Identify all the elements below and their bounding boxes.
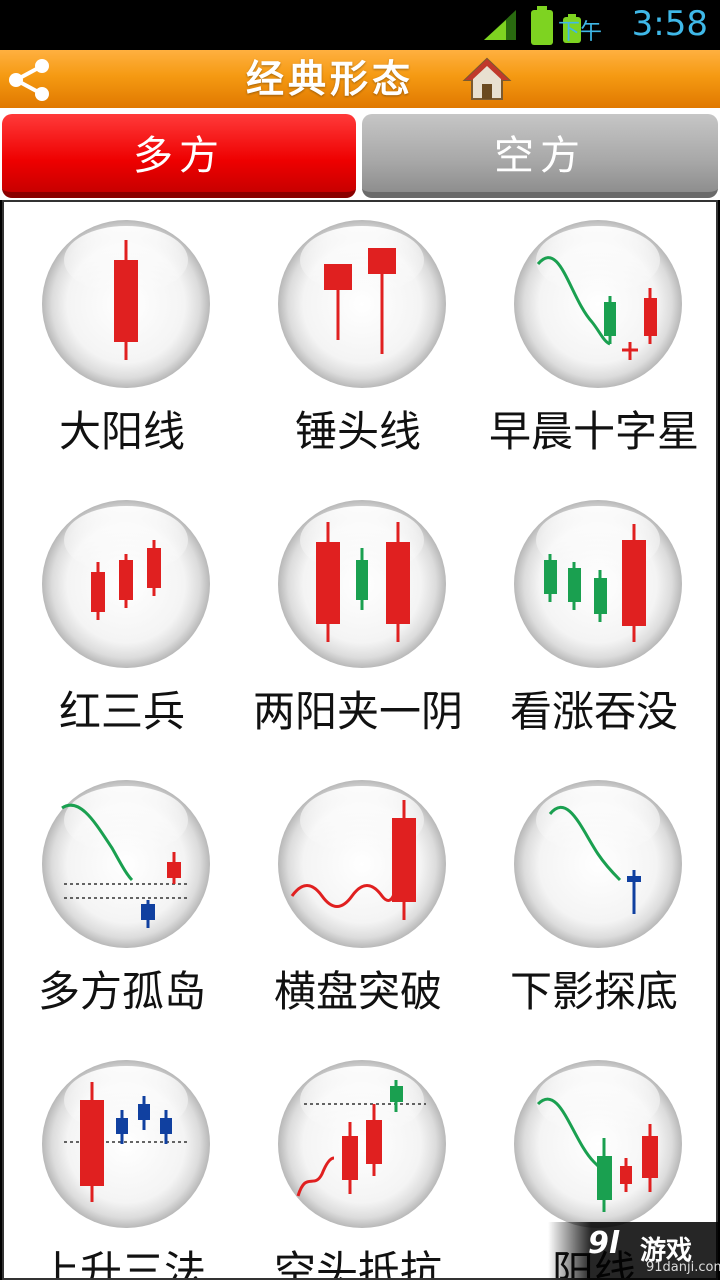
pattern-item[interactable]: 早晨十字星 — [476, 202, 712, 482]
two-bulls-one-bear-icon — [278, 500, 446, 668]
pattern-grid: 大阳线 锤头线 早晨十字星 红三兵 两阳夹一阴 看涨吞没 多方孤岛 横盘突破 下… — [2, 200, 718, 1280]
watermark-badge: 9l 游戏 91danji.com — [548, 1222, 720, 1280]
pattern-label: 锤头线 — [294, 407, 421, 456]
hammer-candles-icon — [278, 220, 446, 388]
pattern-label: 多方孤岛 — [37, 967, 206, 1016]
pattern-item[interactable]: 下影探底 — [476, 762, 712, 1042]
pattern-label: 下影探底 — [509, 967, 678, 1016]
status-ampm: 下午 — [557, 20, 602, 45]
pattern-label: 看涨吞没 — [509, 687, 678, 736]
bullish-engulfing-icon — [514, 500, 682, 668]
tab-bar: 多方 空方 — [0, 108, 720, 200]
battery-icon — [531, 6, 553, 45]
watermark-url: 91danji.com — [646, 1260, 720, 1275]
bullish-island-icon — [42, 780, 210, 948]
page-title-wrap: 经典形态 — [0, 50, 720, 108]
pattern-item[interactable]: 看涨吞没 — [476, 482, 712, 762]
rising-three-methods-icon — [42, 1060, 210, 1228]
three-red-soldiers-icon — [42, 500, 210, 668]
pattern-item[interactable]: 红三兵 — [4, 482, 240, 762]
status-time: 3:58 — [631, 4, 708, 44]
status-bar: 下午 3:58 — [0, 0, 720, 50]
page-title: 经典形态 — [245, 57, 414, 101]
bull-candle-pattern-icon — [514, 1060, 682, 1228]
title-bar: 经典形态 — [0, 50, 720, 108]
signal-icon — [484, 10, 516, 40]
pattern-label: 空头抵抗 — [273, 1247, 442, 1280]
pattern-item[interactable]: 大阳线 — [4, 202, 240, 482]
pattern-label: 两阳夹一阴 — [252, 687, 463, 736]
pattern-item[interactable]: 上升三法 — [4, 1042, 240, 1280]
morning-doji-star-icon — [514, 220, 682, 388]
big-bull-candle-icon — [42, 220, 210, 388]
pattern-label: 大阳线 — [58, 407, 185, 456]
pattern-label: 上升三法 — [37, 1247, 206, 1280]
pattern-label: 早晨十字星 — [488, 407, 699, 456]
sideways-breakout-icon — [278, 780, 446, 948]
pattern-item[interactable]: 多方孤岛 — [4, 762, 240, 1042]
pattern-item[interactable]: 两阳夹一阴 — [240, 482, 476, 762]
pattern-label: 横盘突破 — [273, 967, 442, 1016]
lower-shadow-bottom-icon — [514, 780, 682, 948]
watermark-logo: 9l — [588, 1226, 620, 1261]
bear-resistance-icon — [278, 1060, 446, 1228]
tab-bear[interactable]: 空方 — [362, 114, 718, 198]
home-icon[interactable] — [462, 56, 512, 102]
pattern-item[interactable]: 空头抵抗 — [240, 1042, 476, 1280]
tab-bull[interactable]: 多方 — [2, 114, 356, 198]
pattern-item[interactable]: 锤头线 — [240, 202, 476, 482]
pattern-label: 红三兵 — [58, 687, 185, 736]
pattern-item[interactable]: 横盘突破 — [240, 762, 476, 1042]
